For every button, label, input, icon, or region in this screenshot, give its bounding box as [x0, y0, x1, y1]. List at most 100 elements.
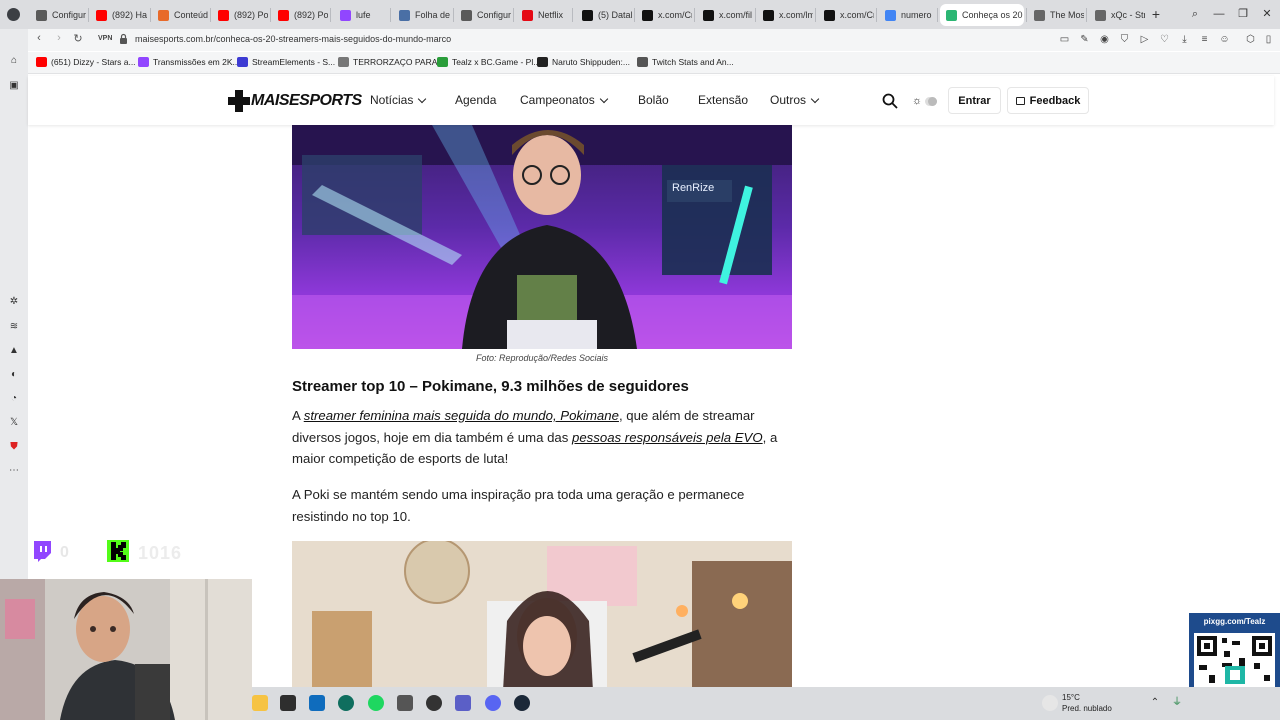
tab-separator [88, 8, 89, 22]
forward-icon[interactable]: › [52, 32, 66, 44]
tab-separator [937, 8, 938, 22]
weather-temperature[interactable]: 15°C [1062, 693, 1080, 702]
reload-icon[interactable]: ↻ [71, 32, 85, 45]
store-icon[interactable] [280, 695, 296, 711]
browser-tab[interactable]: x.com/lm [757, 4, 813, 26]
bookmark-item[interactable]: Tealz x BC.Game - Pl... [437, 57, 540, 67]
url-field[interactable]: maisesports.com.br/conheca-os-20-streame… [135, 34, 451, 44]
lock-icon[interactable] [119, 33, 128, 45]
site-logo[interactable]: MAISESPORTS [228, 89, 362, 113]
play-icon[interactable]: ▷ [1138, 33, 1151, 46]
browser-tab[interactable]: Conteúd [152, 4, 208, 26]
discord-icon[interactable] [485, 695, 501, 711]
browser-tab[interactable]: (5) DataF [576, 4, 632, 26]
tab-separator [330, 8, 331, 22]
shield-icon[interactable]: ⛉ [1118, 33, 1131, 46]
tab-separator [755, 8, 756, 22]
chevron-up-icon[interactable]: ⌃ [1147, 695, 1163, 711]
back-icon[interactable]: ‹ [32, 32, 46, 44]
browser-tab[interactable]: Configur [30, 4, 86, 26]
microphone-icon[interactable]: ⏚ [1169, 695, 1185, 711]
nav-outros[interactable]: Outros [770, 93, 820, 107]
profile-icon[interactable]: ☺ [1218, 33, 1231, 46]
minimize-icon[interactable]: — [1211, 6, 1227, 22]
nav-campeonatos[interactable]: Campeonatos [520, 93, 608, 107]
home-icon[interactable]: ⌂ [7, 54, 21, 68]
ai-icon[interactable]: ✲ [7, 295, 21, 309]
theme-toggle[interactable]: ☼ [912, 95, 938, 107]
bookmark-item[interactable]: TERRORZAÇO PARA... [338, 57, 444, 67]
audio-app-icon[interactable] [397, 695, 413, 711]
browser-tab[interactable]: (892) Po [272, 4, 328, 26]
menu-icon[interactable]: ≡ [1198, 33, 1211, 46]
login-button[interactable]: Entrar [948, 87, 1001, 114]
sidebar-toggle-icon[interactable]: ▯ [1262, 33, 1275, 46]
tab-separator [572, 8, 573, 22]
browser-tab[interactable]: (892) Po [212, 4, 268, 26]
bookmark-item[interactable]: Twitch Stats and An... [637, 57, 734, 67]
whatsapp-icon[interactable]: ◔ [7, 392, 21, 406]
tab-favicon-icon [218, 9, 229, 21]
tab-separator [876, 8, 877, 22]
restore-icon[interactable]: ❐ [1235, 6, 1251, 22]
tab-favicon-icon [36, 9, 47, 21]
link-pokimane[interactable]: streamer feminina mais seguida do mundo,… [304, 408, 619, 423]
bookmark-item[interactable]: StreamElements - S... [237, 57, 335, 67]
arc-icon[interactable]: ▲ [7, 344, 21, 358]
steam-icon[interactable] [514, 695, 530, 711]
new-tab-plus-icon[interactable]: + [1149, 7, 1163, 21]
browser-tab[interactable]: x.com/Cr [818, 4, 874, 26]
spotify-icon[interactable] [368, 695, 384, 711]
tab-separator [390, 8, 391, 22]
camera-icon[interactable]: ◉ [1098, 33, 1111, 46]
download-icon[interactable]: ⤓ [1178, 33, 1191, 46]
more-icon[interactable]: ⋯ [7, 464, 21, 478]
browser-tab[interactable]: numero [879, 4, 935, 26]
bookmark-item[interactable]: Naruto Shippuden:... [537, 57, 630, 67]
file-explorer-icon[interactable] [252, 695, 268, 711]
weather-description[interactable]: Pred. nublado [1062, 704, 1112, 713]
nav-noticias[interactable]: Notícias [370, 93, 427, 107]
browser-tab[interactable]: x.com/fil [697, 4, 753, 26]
search-icon[interactable] [882, 93, 898, 109]
browser-tab[interactable]: Conheça os 20 st [940, 4, 1024, 26]
reader-mode-icon[interactable]: ▭ [1058, 33, 1071, 46]
vpn-icon[interactable]: ⛊ [7, 440, 21, 454]
teams-icon[interactable] [455, 695, 471, 711]
feedback-button[interactable]: Feedback [1007, 87, 1089, 114]
browser-tab[interactable]: Netflix [516, 4, 570, 26]
close-window-icon[interactable]: ✕ [1259, 6, 1275, 22]
browser-tab[interactable]: Configur [455, 4, 511, 26]
tab-favicon-icon [158, 9, 169, 21]
browser-tab[interactable]: xQc - Str [1089, 4, 1145, 26]
heart-icon[interactable]: ♡ [1158, 33, 1171, 46]
article-paragraph: A Poki se mantém sendo uma inspiração pr… [292, 487, 745, 524]
browser-taskbar-icon[interactable] [338, 695, 354, 711]
extensions-icon[interactable]: ⬡ [1244, 33, 1257, 46]
weather-icon[interactable] [1042, 695, 1058, 711]
search-tabs-icon[interactable]: ⌕ [1187, 6, 1203, 22]
browser-tab[interactable]: x.com/Cr [636, 4, 692, 26]
browser-tab[interactable]: Folha de [393, 4, 451, 26]
link-evo[interactable]: pessoas responsáveis pela EVO [572, 430, 763, 445]
naruto-icon [537, 57, 548, 67]
outlook-icon[interactable] [309, 695, 325, 711]
bookmark-item[interactable]: (651) Dizzy - Stars a... [36, 57, 136, 67]
nav-bolao[interactable]: Bolão [638, 93, 669, 107]
browser-tab[interactable]: (892) Ha [90, 4, 148, 26]
edit-icon[interactable]: ✎ [1078, 33, 1091, 46]
messenger-icon[interactable]: ◐ [7, 368, 21, 382]
browser-tab[interactable]: lufe [334, 4, 388, 26]
browser-tab[interactable]: The Mos [1028, 4, 1084, 26]
tab-favicon-icon [1034, 9, 1045, 21]
tab-title: Configur [52, 10, 86, 20]
bookmark-item[interactable]: Transmissões em 2K... [138, 57, 240, 67]
notes-icon[interactable]: ≋ [7, 320, 21, 334]
nav-agenda[interactable]: Agenda [455, 93, 496, 107]
x-icon[interactable]: 𝕏 [7, 416, 21, 430]
wallet-icon[interactable]: ▣ [7, 79, 21, 93]
nav-extensao[interactable]: Extensão [698, 93, 748, 107]
vpn-badge[interactable]: VPN [98, 35, 112, 42]
windows-taskbar: 15°C Pred. nublado ⌃ ⏚ [252, 687, 1280, 720]
obs-icon[interactable] [426, 695, 442, 711]
